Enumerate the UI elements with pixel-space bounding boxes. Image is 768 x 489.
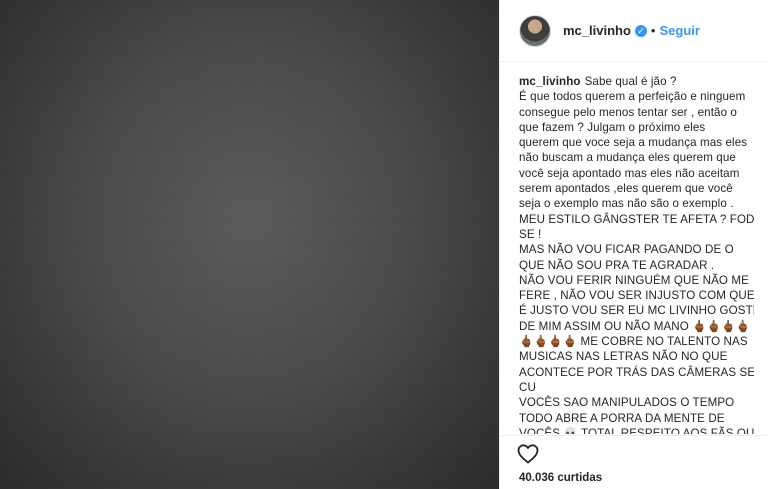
heart-icon[interactable] xyxy=(516,442,540,466)
caption-line: não buscam a mudança eles querem que xyxy=(519,151,736,165)
caption-line: você seja apontado mas eles não aceitam xyxy=(519,166,740,180)
caption-line: É que todos querem a perfeição e ninguem xyxy=(519,90,746,104)
caption-line: QUE NÃO SOU PRA TE AGRADAR . xyxy=(519,258,715,272)
caption-line: seja o exemplo mas não são o exemplo . xyxy=(519,197,734,211)
header-username[interactable]: mc_livinho xyxy=(563,23,631,38)
caption-line: MUSICAS NAS LETRAS NÃO NO QUE xyxy=(519,350,728,364)
verified-badge-icon: ✓ xyxy=(634,24,647,37)
post-side-panel: mc_livinho ✓ • Seguir mc_livinho Sabe qua… xyxy=(499,0,768,489)
caption-line: NÃO VOU FERIR NINGUÉM QUE NÃO ME xyxy=(519,273,749,287)
caption-line: CU xyxy=(519,380,536,394)
caption-line: MAS NÃO VOU FICAR PAGANDO DE O xyxy=(519,243,734,257)
post-actions: 40.036 curtidas xyxy=(500,435,768,489)
caption-line: querem que voce seja a mudança mas eles xyxy=(519,136,748,150)
caption-line: mc_livinho Sabe qual é jão ? xyxy=(519,74,754,89)
caption-line: DE MIM ASSIM OU NÃO MANO 🖕🏾🖕🏾🖕🏾🖕🏾 xyxy=(519,319,751,333)
likes-count[interactable]: 40.036 curtidas xyxy=(519,472,602,484)
caption-line: SE ! xyxy=(519,227,542,241)
caption-line: ACONTECE POR TRÁS DAS CÂMERAS SEUS xyxy=(519,365,754,379)
caption-line: É JUSTO VOU SER EU MC LIVINHO GOSTE xyxy=(519,304,754,318)
caption-line: FERE , NÃO VOU SER INJUSTO COM QUEM xyxy=(519,289,754,303)
separator-dot: • xyxy=(650,23,656,38)
caption: mc_livinho Sabe qual é jão ? É que todos … xyxy=(519,74,754,434)
caption-first-text: Sabe qual é jão ? xyxy=(584,75,677,88)
caption-line: serem apontados ,eles querem que você xyxy=(519,182,733,196)
caption-line: VOCÊS SAO MANIPULADOS O TEMPO xyxy=(519,396,735,410)
caption-line: VOCÊS 💀 TOTAL RESPEITO AOS FÃS QUE xyxy=(519,426,754,434)
caption-line: consegue pelo menos tentar ser , então o xyxy=(519,105,737,119)
follow-button[interactable]: Seguir xyxy=(659,23,699,38)
caption-line: 🖕🏾🖕🏾🖕🏾🖕🏾 ME COBRE NO TALENTO NAS xyxy=(519,335,748,349)
post-header: mc_livinho ✓ • Seguir xyxy=(500,0,768,62)
caption-username[interactable]: mc_livinho xyxy=(519,75,581,88)
avatar[interactable] xyxy=(519,14,551,47)
caption-line: que fazem ? Julgam o próximo eles xyxy=(519,120,706,134)
caption-line: TODO ABRE A PORRA DA MENTE DE xyxy=(519,411,725,425)
post-image[interactable] xyxy=(0,0,499,489)
caption-line: MEU ESTILO GÂNGSTER TE AFETA ? FODA - xyxy=(519,212,754,226)
